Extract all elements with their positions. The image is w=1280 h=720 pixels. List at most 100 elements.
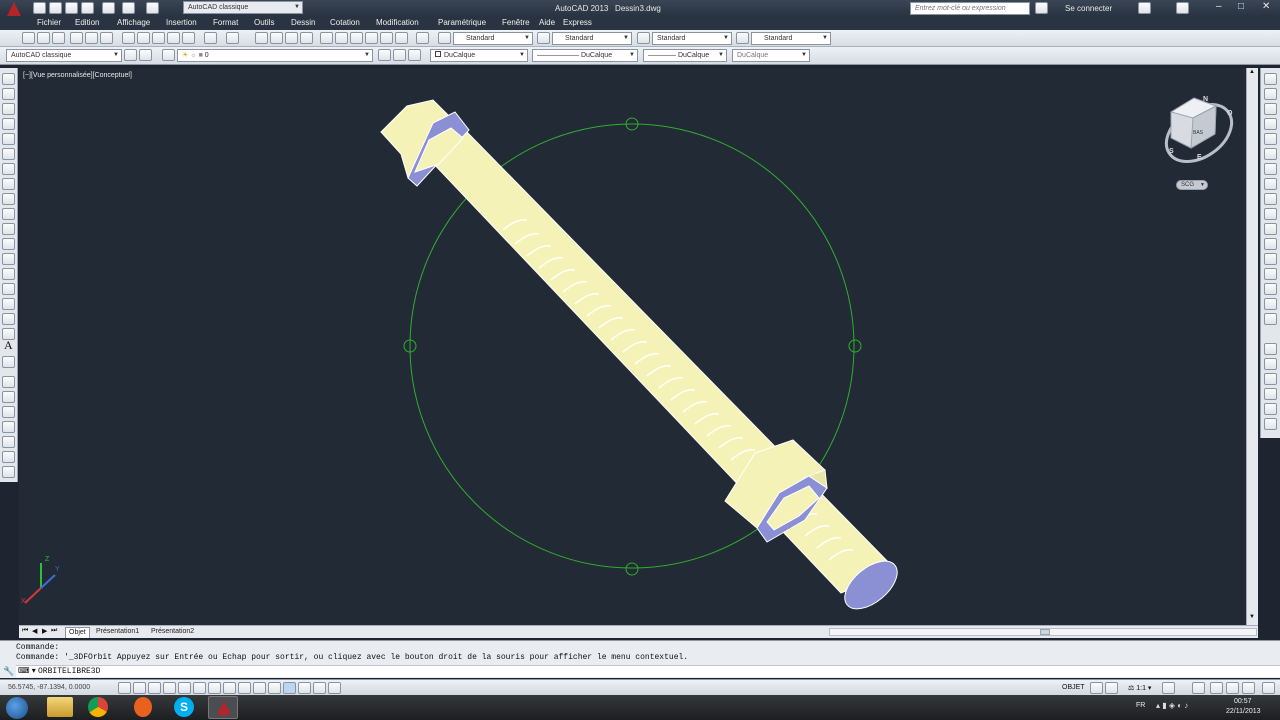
- modeling-torus-icon[interactable]: [2, 451, 15, 463]
- isolate-objects-icon[interactable]: [1226, 682, 1239, 694]
- menu-cotation[interactable]: Cotation: [330, 18, 360, 27]
- table-style-select[interactable]: Standard ▼: [652, 32, 732, 45]
- minimize-button[interactable]: –: [1216, 1, 1222, 12]
- menu-fenetre[interactable]: Fenêtre: [502, 18, 530, 27]
- join-icon[interactable]: [1264, 253, 1277, 265]
- publish-icon[interactable]: [100, 32, 113, 44]
- text-style-icon[interactable]: [438, 32, 451, 44]
- new-file-icon[interactable]: [33, 2, 46, 14]
- modeling-cylinder-icon[interactable]: [2, 406, 15, 418]
- properties-icon[interactable]: [320, 32, 333, 44]
- preview-icon[interactable]: [85, 32, 98, 44]
- infer-constraints-toggle[interactable]: [118, 682, 131, 694]
- lock-ui-icon[interactable]: [1210, 682, 1223, 694]
- markup-icon[interactable]: [380, 32, 393, 44]
- offset-icon[interactable]: [1264, 118, 1277, 130]
- table-style-icon[interactable]: [637, 32, 650, 44]
- dim-style-select[interactable]: Standard ▼: [552, 32, 632, 45]
- polygon-icon[interactable]: [2, 118, 15, 130]
- scale-icon[interactable]: [1264, 178, 1277, 190]
- coordinates-readout[interactable]: 56.5745, -87.1394, 0.0000: [8, 684, 90, 691]
- print-icon[interactable]: [70, 32, 83, 44]
- skype-taskbar-icon[interactable]: S: [174, 697, 194, 717]
- orbit-handle-bottom[interactable]: [625, 562, 639, 576]
- send-back-icon[interactable]: [1264, 373, 1277, 385]
- workspace-settings-icon[interactable]: [124, 49, 137, 61]
- tab-presentation2[interactable]: Présentation2: [148, 627, 197, 638]
- bring-above-icon[interactable]: [1264, 388, 1277, 400]
- menu-edition[interactable]: Edition: [75, 18, 99, 27]
- add-selected-icon[interactable]: [2, 356, 15, 368]
- plotstyle-select[interactable]: DuCalque ▼: [732, 49, 810, 62]
- model-space-button[interactable]: OBJET: [1062, 684, 1085, 691]
- trim-icon[interactable]: [1264, 208, 1277, 220]
- linetype-select[interactable]: —————— DuCalque ▼: [532, 49, 638, 62]
- layer-properties-icon[interactable]: [162, 49, 175, 61]
- language-indicator[interactable]: FR: [1136, 702, 1145, 709]
- menu-parametrique[interactable]: Paramétrique: [438, 18, 486, 27]
- workspace-selector[interactable]: AutoCAD classique ▼: [183, 1, 303, 14]
- save-as-icon[interactable]: [81, 2, 94, 14]
- start-button-icon[interactable]: [6, 697, 28, 719]
- menu-outils[interactable]: Outils: [254, 18, 274, 27]
- clock-date[interactable]: 22/11/2013: [1226, 708, 1261, 715]
- redo-icon[interactable]: [146, 2, 159, 14]
- annotation-visibility-icon[interactable]: [1162, 682, 1175, 694]
- media-player-taskbar-icon[interactable]: [134, 697, 152, 717]
- construction-line-icon[interactable]: [2, 88, 15, 100]
- clean-screen-icon[interactable]: [1262, 682, 1275, 694]
- help-search-input[interactable]: Entrez mot-clé ou expression: [910, 2, 1030, 15]
- tab-nav-next-icon[interactable]: ▶: [42, 627, 47, 635]
- line-tool-icon[interactable]: [2, 73, 15, 85]
- point-icon[interactable]: [2, 268, 15, 280]
- search-icon[interactable]: [1035, 2, 1048, 14]
- transparency-toggle[interactable]: [283, 682, 296, 694]
- tab-nav-prev-icon[interactable]: ◀: [32, 627, 37, 635]
- qnew-icon[interactable]: [22, 32, 35, 44]
- layer-select[interactable]: ☀ ☼ ■ 0 ▼: [177, 49, 373, 62]
- tab-nav-first-icon[interactable]: ⏮: [22, 627, 28, 635]
- workspace-select[interactable]: AutoCAD classique ▼: [6, 49, 122, 62]
- maximize-button[interactable]: □: [1238, 1, 1244, 12]
- menu-affichage[interactable]: Affichage: [117, 18, 150, 27]
- horizontal-scrollbar[interactable]: [829, 628, 1257, 636]
- arc-icon[interactable]: [2, 148, 15, 160]
- tray-icons[interactable]: ▴ ▮ ◈ ◐ ♪: [1156, 701, 1188, 710]
- undo-tb-icon[interactable]: [204, 32, 217, 44]
- save-tb-icon[interactable]: [52, 32, 65, 44]
- polar-toggle[interactable]: [178, 682, 191, 694]
- dyn-toggle[interactable]: [253, 682, 266, 694]
- tab-objet[interactable]: Objet: [65, 627, 90, 638]
- copy-object-icon[interactable]: [1264, 88, 1277, 100]
- modeling-wedge-icon[interactable]: [2, 436, 15, 448]
- ortho-toggle[interactable]: [163, 682, 176, 694]
- ducs-toggle[interactable]: [238, 682, 251, 694]
- open-file-icon[interactable]: [49, 2, 62, 14]
- horizontal-scroll-thumb[interactable]: [1040, 629, 1050, 635]
- circle-icon[interactable]: [2, 163, 15, 175]
- fillet-icon[interactable]: [1264, 283, 1277, 295]
- gradient-icon[interactable]: [2, 298, 15, 310]
- tab-nav-last-icon[interactable]: ⏭: [51, 627, 57, 635]
- pan-icon[interactable]: [255, 32, 268, 44]
- explorer-taskbar-icon[interactable]: [47, 697, 73, 717]
- move-icon[interactable]: [1264, 148, 1277, 160]
- undo-icon[interactable]: [122, 2, 135, 14]
- exchange-icon[interactable]: [1138, 2, 1151, 14]
- text-style-select[interactable]: Standard ▼: [453, 32, 533, 45]
- snap-toggle[interactable]: [133, 682, 146, 694]
- stretch-icon[interactable]: [1264, 193, 1277, 205]
- rectangle-icon[interactable]: [2, 133, 15, 145]
- blend-icon[interactable]: [1264, 298, 1277, 310]
- zoom-window-icon[interactable]: [285, 32, 298, 44]
- 3d-osnap-toggle[interactable]: [208, 682, 221, 694]
- menu-insertion[interactable]: Insertion: [166, 18, 197, 27]
- send-under-icon[interactable]: [1264, 403, 1277, 415]
- layer-state-icon[interactable]: [408, 49, 421, 61]
- menu-aide[interactable]: Aide: [539, 18, 555, 27]
- region-icon[interactable]: [2, 313, 15, 325]
- zoom-previous-icon[interactable]: [300, 32, 313, 44]
- break-icon[interactable]: [1264, 238, 1277, 250]
- multileader-style-icon[interactable]: [736, 32, 749, 44]
- spline-icon[interactable]: [2, 193, 15, 205]
